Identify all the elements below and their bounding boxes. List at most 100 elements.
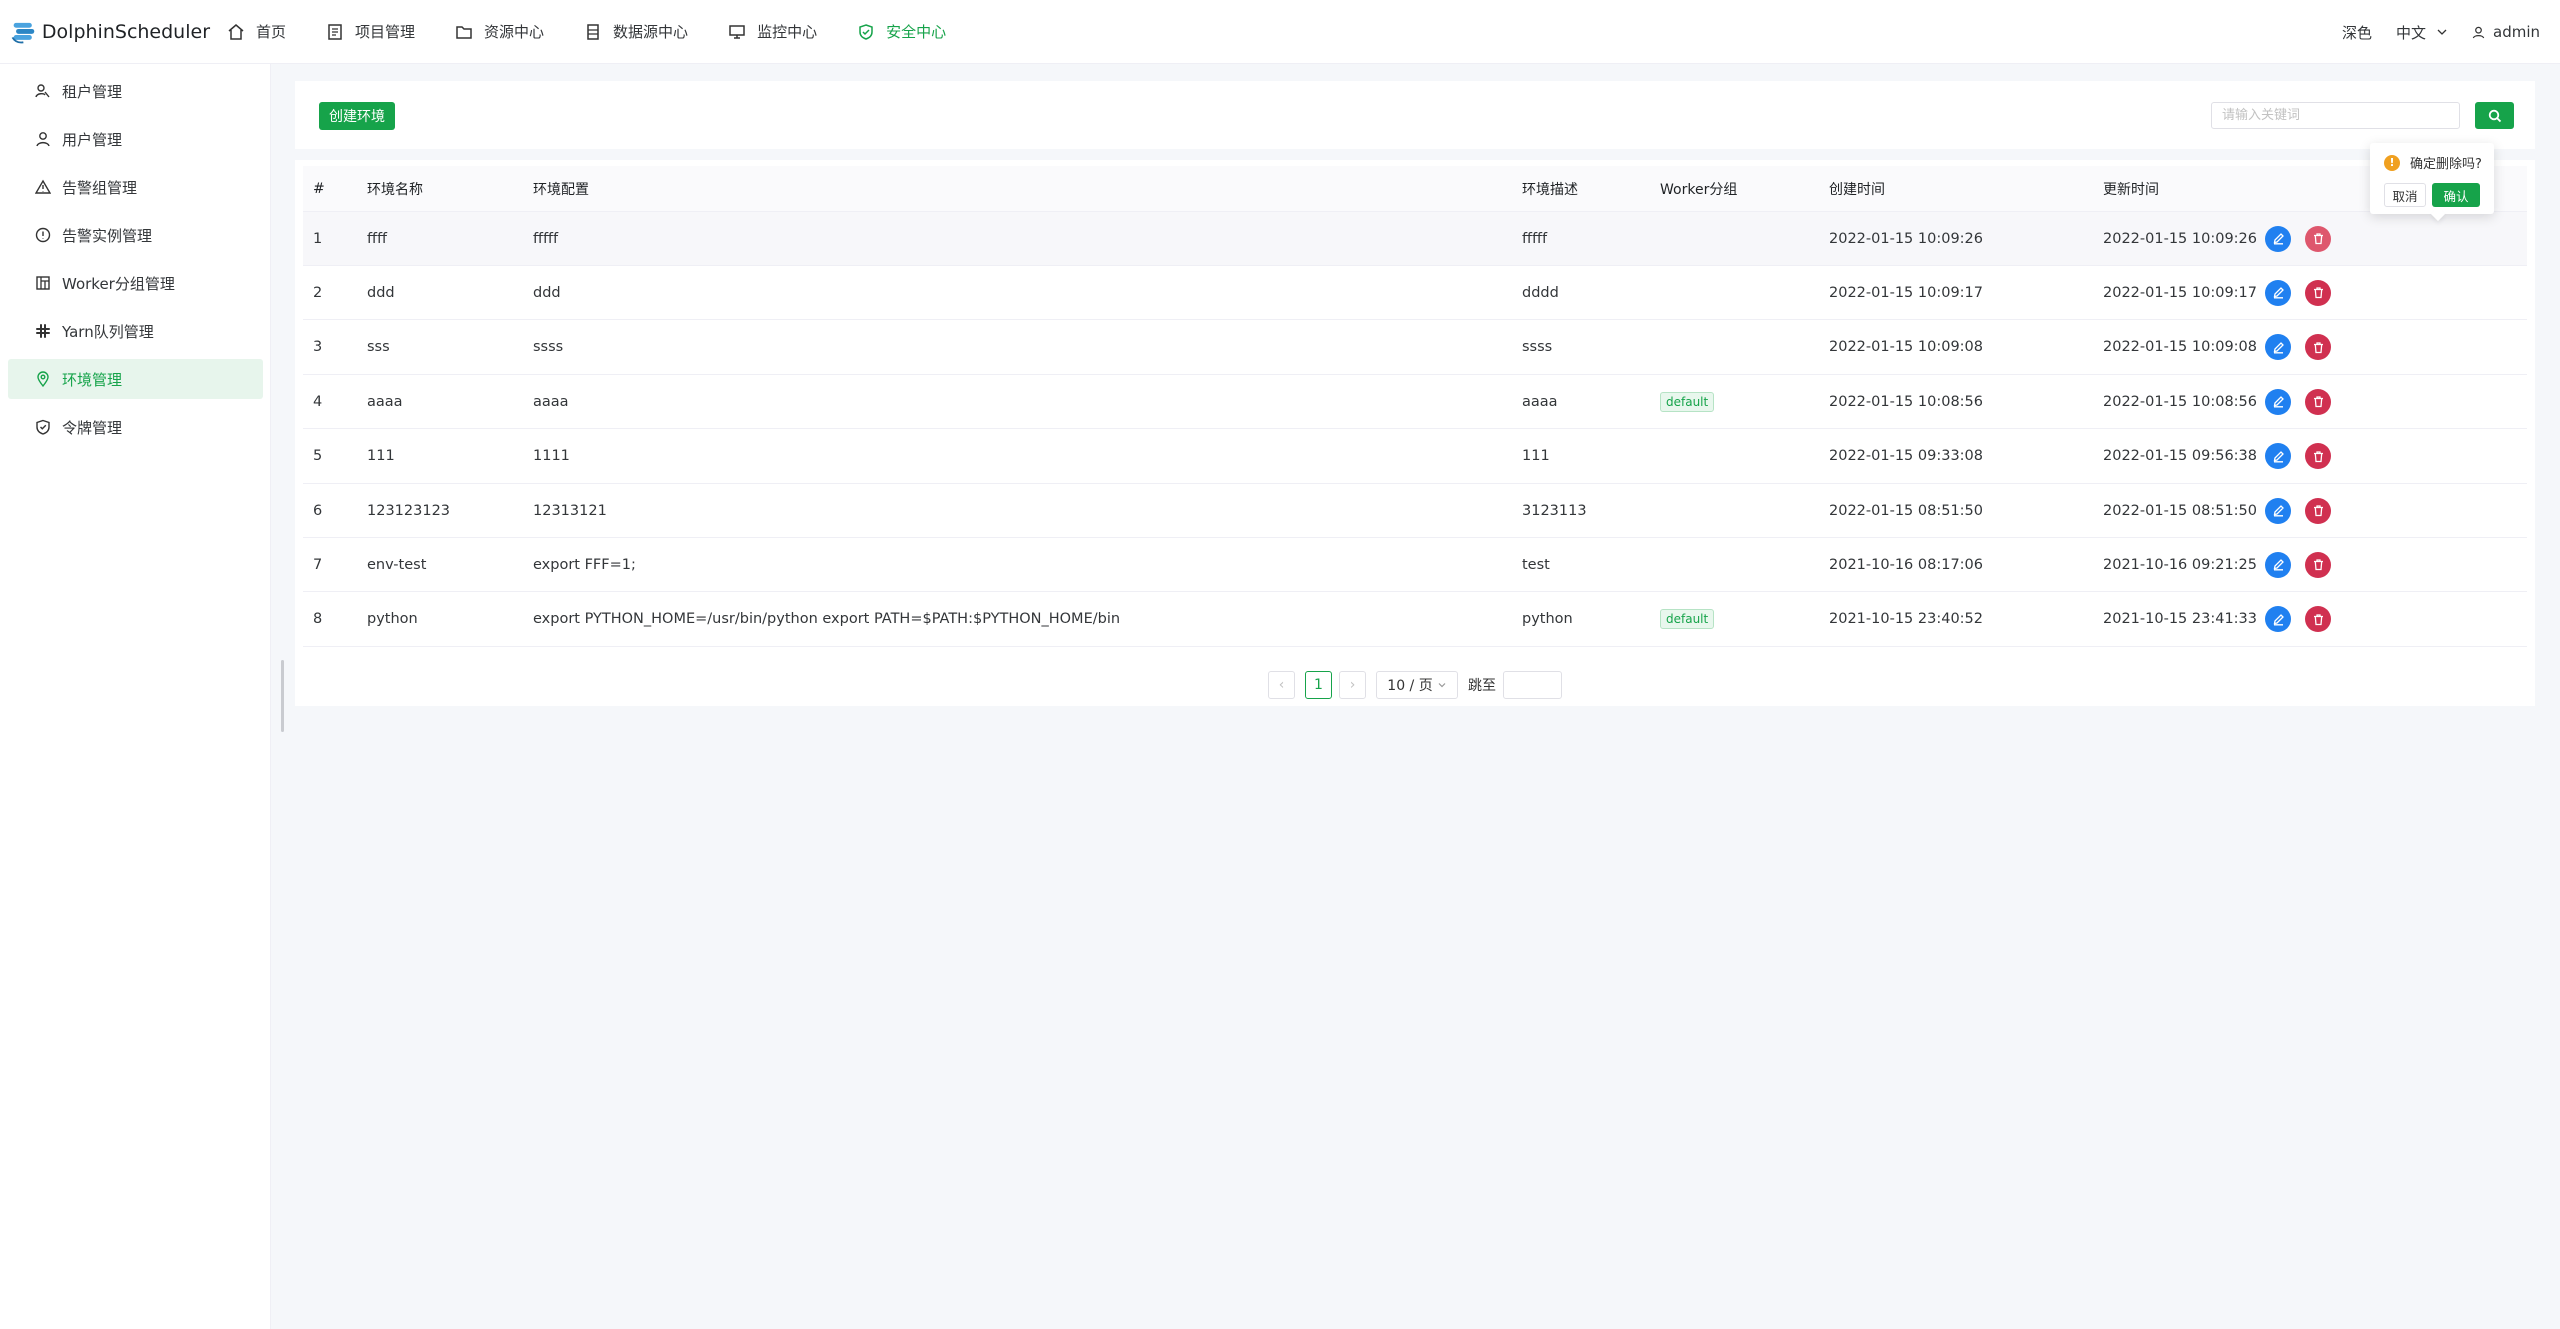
nav-item-label: 监控中心 <box>757 23 818 41</box>
edit-button[interactable] <box>2265 551 2291 578</box>
delete-button[interactable] <box>2305 497 2331 524</box>
edit-button[interactable] <box>2265 497 2291 524</box>
cell-config: ssss <box>533 339 564 356</box>
edit-button[interactable] <box>2265 225 2291 252</box>
cell-index: 8 <box>313 611 323 628</box>
sidebar-resize-handle[interactable] <box>281 660 284 732</box>
language-label: 中文 <box>2395 23 2426 42</box>
database-icon <box>583 22 603 42</box>
cell-created: 2022-01-15 10:09:17 <box>1829 284 1983 301</box>
search-input[interactable] <box>2211 102 2460 129</box>
col-header-created: 创建时间 <box>1829 181 1885 198</box>
page-button-1[interactable]: 1 <box>1305 671 1332 699</box>
nav-item-projects[interactable]: 项目管理 <box>309 0 438 64</box>
nav-item-label: 安全中心 <box>886 23 947 41</box>
search-button[interactable] <box>2475 102 2514 129</box>
user-icon <box>34 130 52 148</box>
cell-index: 3 <box>313 339 323 356</box>
folder-icon <box>454 22 474 42</box>
cell-operations <box>2265 593 2331 646</box>
page-size-select[interactable]: 10 / 页 <box>1376 671 1458 699</box>
table-row: 3 sss ssss ssss 2022-01-15 10:09:08 2022-01-1… <box>303 321 2527 375</box>
cell-config: export PYTHON_HOME=/usr/bin/python expor… <box>533 611 1121 628</box>
edit-icon <box>2272 504 2285 517</box>
nav-item-monitor[interactable]: 监控中心 <box>711 0 840 64</box>
edit-button[interactable] <box>2265 443 2291 470</box>
popconfirm-message: ! 确定删除吗? <box>2384 153 2482 172</box>
edit-button[interactable] <box>2265 334 2291 361</box>
popconfirm-cancel-button[interactable]: 取消 <box>2384 183 2426 207</box>
sidebar-item-alarm-instance[interactable]: 告警实例管理 <box>8 215 263 255</box>
popconfirm-confirm-button[interactable]: 确认 <box>2432 183 2480 207</box>
sidebar-item-users[interactable]: 用户管理 <box>8 119 263 159</box>
create-environment-button[interactable]: 创建环境 <box>319 102 395 130</box>
cell-name: 111 <box>367 448 395 465</box>
main-nav: 首页 项目管理 资源中心 数据源中心 监控中心 安全中心 <box>210 0 969 64</box>
page-size-label: 10 / 页 <box>1387 678 1433 694</box>
edit-button[interactable] <box>2265 388 2291 415</box>
cell-created: 2022-01-15 08:51:50 <box>1829 502 1983 519</box>
cell-name: 123123123 <box>367 502 451 519</box>
col-header-desc: 环境描述 <box>1522 181 1578 198</box>
cell-updated: 2022-01-15 10:09:08 <box>2103 339 2257 356</box>
sidebar-item-environment[interactable]: 环境管理 <box>8 359 263 399</box>
sidebar: 租户管理 用户管理 告警组管理 告警实例管理 Worker分组管理 Yarn队列… <box>0 64 271 1329</box>
sidebar-item-label: 租户管理 <box>62 82 123 101</box>
sidebar-item-alarm-group[interactable]: 告警组管理 <box>8 167 263 207</box>
cell-operations <box>2265 266 2331 319</box>
cell-created: 2022-01-15 10:08:56 <box>1829 393 1983 410</box>
delete-button[interactable] <box>2305 551 2331 578</box>
sidebar-item-tenant[interactable]: 租户管理 <box>8 71 263 111</box>
nav-item-label: 项目管理 <box>355 23 416 41</box>
cell-index: 1 <box>313 230 323 247</box>
worker-group-tag: default <box>1660 609 1715 630</box>
monitor-icon <box>727 22 747 42</box>
nav-item-security[interactable]: 安全中心 <box>840 0 969 64</box>
theme-toggle[interactable]: 深色 <box>2342 22 2372 43</box>
cell-name: env-test <box>367 556 427 573</box>
grid-icon <box>34 274 52 292</box>
nav-item-datasource[interactable]: 数据源中心 <box>567 0 711 64</box>
delete-icon <box>2312 395 2325 408</box>
sidebar-item-token[interactable]: 令牌管理 <box>8 407 263 447</box>
delete-button[interactable] <box>2305 388 2331 415</box>
user-icon <box>2472 26 2485 39</box>
edit-icon <box>2272 232 2285 245</box>
sidebar-item-label: 环境管理 <box>62 370 123 389</box>
sidebar-item-label: Yarn队列管理 <box>62 322 154 341</box>
logo[interactable]: DolphinScheduler <box>0 11 210 53</box>
delete-button[interactable] <box>2305 334 2331 361</box>
sidebar-item-label: Worker分组管理 <box>62 274 175 293</box>
prev-page-button[interactable]: ‹ <box>1268 671 1295 699</box>
nav-item-label: 首页 <box>256 23 287 41</box>
sidebar-item-label: 用户管理 <box>62 130 123 149</box>
user-menu[interactable]: admin <box>2472 23 2540 41</box>
jump-page-input[interactable] <box>1503 671 1562 699</box>
table-card: # 环境名称 环境配置 环境描述 Worker分组 创建时间 更新时间 1 fff… <box>295 160 2535 706</box>
edit-button[interactable] <box>2265 279 2291 306</box>
nav-item-home[interactable]: 首页 <box>210 0 309 64</box>
delete-button[interactable] <box>2305 443 2331 470</box>
sidebar-item-yarn-queue[interactable]: Yarn队列管理 <box>8 311 263 351</box>
cell-config: fffff <box>533 230 559 247</box>
location-icon <box>34 370 52 388</box>
delete-button[interactable] <box>2305 279 2331 306</box>
table-row: 7 env-test export FFF=1; test 2021-10-16 08:… <box>303 538 2527 593</box>
edit-icon <box>2272 341 2285 354</box>
edit-button[interactable] <box>2265 606 2291 633</box>
delete-icon <box>2312 504 2325 517</box>
warning-icon: ! <box>2384 154 2400 171</box>
nav-item-resources[interactable]: 资源中心 <box>438 0 567 64</box>
cell-operations <box>2265 321 2331 374</box>
delete-button[interactable] <box>2305 225 2331 252</box>
delete-button[interactable] <box>2305 606 2331 633</box>
edit-icon <box>2272 395 2285 408</box>
project-icon <box>325 22 345 42</box>
cell-desc: ssss <box>1522 339 1553 356</box>
cell-name: sss <box>367 339 390 356</box>
language-select[interactable]: 中文 <box>2396 22 2448 43</box>
user-name: admin <box>2493 23 2540 41</box>
sidebar-item-worker-group[interactable]: Worker分组管理 <box>8 263 263 303</box>
table-row: 4 aaaa aaaa aaaa default 2022-01-15 10:08:56 2… <box>303 375 2527 430</box>
next-page-button[interactable]: › <box>1339 671 1366 699</box>
